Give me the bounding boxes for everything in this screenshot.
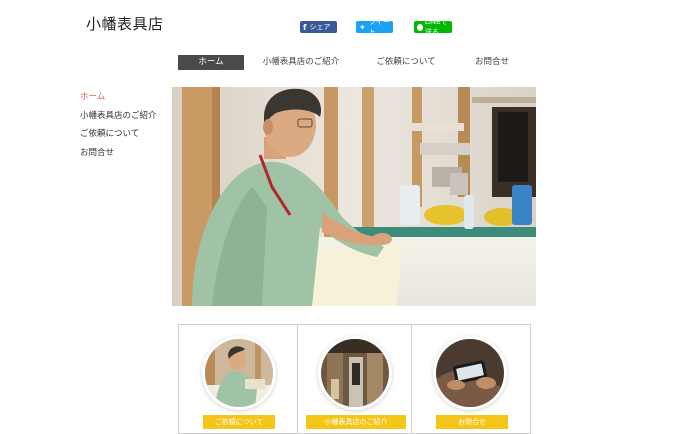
feature-card-about[interactable]: 小幡表具店のご紹介	[298, 324, 412, 434]
twitter-tweet-label: ツイート	[368, 18, 390, 36]
line-icon	[417, 23, 423, 31]
sidenav-item-contact[interactable]: お問合せ	[80, 147, 157, 166]
side-navigation: ホーム 小幡表具店のご紹介 ご依頼について お問合せ	[80, 91, 157, 165]
card-request-photo	[205, 339, 273, 407]
hero-photo	[172, 87, 536, 306]
facebook-share-label: シェア	[309, 23, 331, 31]
line-send-button[interactable]: LINEで送る	[414, 18, 452, 36]
card-request-label[interactable]: ご依頼について	[203, 415, 275, 429]
card-contact-label[interactable]: お問合せ	[436, 415, 508, 429]
twitter-bird-icon: ✦	[359, 22, 366, 32]
feature-card-contact[interactable]: お問合せ	[412, 324, 531, 434]
topnav-item-request[interactable]: ご依頼について	[366, 55, 446, 70]
topnav-item-about[interactable]: 小幡表具店のご紹介	[258, 55, 344, 70]
twitter-tweet-button[interactable]: ✦ ツイート	[356, 18, 393, 36]
feature-card-request[interactable]: ご依頼について	[178, 324, 298, 434]
card-about-photo	[321, 339, 389, 407]
sidenav-item-about[interactable]: 小幡表具店のご紹介	[80, 110, 157, 129]
topnav-item-home[interactable]: ホーム	[178, 55, 244, 70]
line-send-label: LINEで送る	[424, 18, 448, 36]
card-contact-photo	[436, 339, 504, 407]
topnav-item-contact[interactable]: お問合せ	[466, 55, 518, 70]
facebook-share-button[interactable]: f シェア	[300, 21, 337, 33]
card-about-label[interactable]: 小幡表具店のご紹介	[306, 415, 406, 429]
sidenav-item-home[interactable]: ホーム	[80, 91, 157, 110]
site-title[interactable]: 小幡表具店	[86, 13, 164, 34]
sidenav-item-request[interactable]: ご依頼について	[80, 128, 157, 147]
facebook-icon: f	[303, 22, 307, 32]
